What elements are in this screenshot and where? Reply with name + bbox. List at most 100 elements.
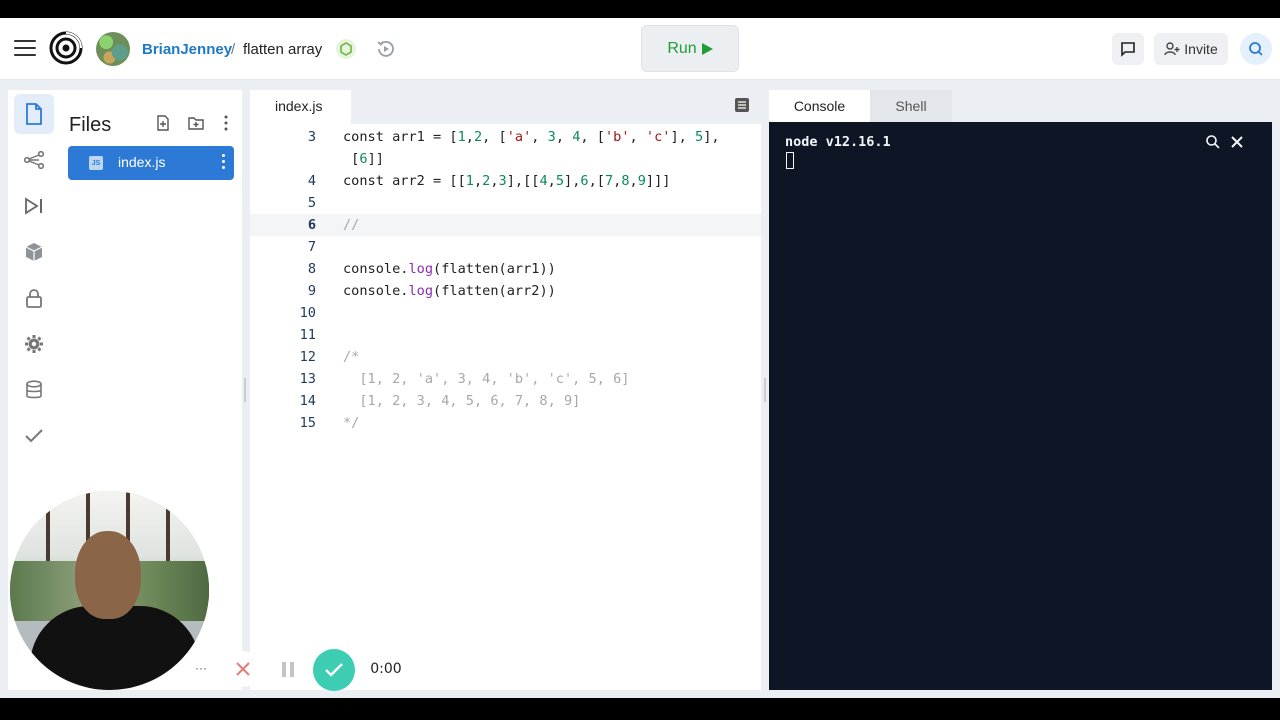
rail-version-control[interactable] [14,140,54,180]
code-text: /* [343,349,360,365]
user-avatar[interactable] [96,32,130,66]
code-line: 3 const arr1 = [1,2, ['a', 3, 4, ['b', '… [250,126,761,148]
code-text: const arr2 = [[1,2,3],[[4,5],6,[7,8,9]]] [343,173,671,189]
code-line: 14 [1, 2, 3, 4, 5, 6, 7, 8, 9] [250,390,761,412]
invite-button[interactable]: Invite [1154,33,1228,65]
line-number: 11 [299,327,316,343]
run-button[interactable]: Run [641,25,739,72]
tab-console[interactable]: Console [769,90,870,122]
search-button[interactable] [1240,33,1272,65]
play-icon [701,42,713,55]
rail-unit-tests[interactable] [14,416,54,456]
webcam-overlay [10,491,209,690]
file-menu-icon[interactable] [222,154,226,172]
code-text: */ [343,415,360,431]
tab-index-js[interactable]: index.js [250,90,351,124]
line-number: 12 [299,349,316,365]
new-folder-icon[interactable] [187,114,205,132]
code-line-current: 6 // [250,214,761,236]
outline-icon[interactable] [734,97,750,113]
line-number: 14 [299,393,316,409]
chat-button[interactable] [1112,33,1144,65]
code-line: [6]] [250,148,761,170]
line-number: 3 [307,129,316,145]
code-line: 11 [250,324,761,346]
chat-icon [1121,42,1135,57]
line-number: 15 [299,415,316,431]
code-text: console.log(flatten(arr1)) [343,261,556,277]
code-line: 15 */ [250,412,761,434]
pause-icon [282,662,286,677]
console-search-icon[interactable] [1205,134,1221,150]
database-icon [26,380,42,399]
code-editor: index.js 3 const arr1 = [1,2, ['a', 3, 4… [250,90,761,690]
code-text: [1, 2, 'a', 3, 4, 'b', 'c', 5, 6] [343,371,630,387]
package-icon [25,243,43,261]
breadcrumb-separator: / [231,41,236,58]
code-text: // [343,217,360,233]
code-text: [6]] [343,151,384,167]
close-icon [236,662,250,676]
code-area[interactable]: 3 const arr1 = [1,2, ['a', 3, 4, ['b', '… [250,124,761,690]
check-icon [325,663,343,677]
editor-console-resize-handle[interactable] [764,378,766,402]
line-number: 5 [307,195,316,211]
recorder-more-button[interactable]: ··· [187,655,215,683]
history-icon[interactable] [374,37,398,61]
tab-shell[interactable]: Shell [870,90,952,122]
file-icon [26,103,42,125]
repl-name[interactable]: flatten array [243,41,322,58]
rail-debugger[interactable] [14,186,54,226]
line-number: 4 [307,173,316,189]
code-line: 13 [1, 2, 'a', 3, 4, 'b', 'c', 5, 6] [250,368,761,390]
terminal-cursor [786,152,794,169]
console-panel[interactable]: node v12.16.1 [769,122,1272,690]
console-tabs: Console Shell [769,90,1272,122]
editor-tabbar [351,90,761,124]
owner-link[interactable]: BrianJenney [142,41,232,58]
rail-secrets[interactable] [14,278,54,318]
files-more-icon[interactable] [217,114,235,132]
recorder-finish-button[interactable] [313,649,355,691]
menu-icon[interactable] [14,40,36,58]
rail-database[interactable] [14,370,54,410]
recorder-cancel-button[interactable] [225,651,261,687]
replit-logo-icon[interactable] [49,31,83,65]
js-file-icon: JS [89,156,103,170]
line-number: 9 [307,283,316,299]
rail-settings[interactable] [14,324,54,364]
step-forward-icon [25,197,42,215]
code-text: [1, 2, 3, 4, 5, 6, 7, 8, 9] [343,393,581,409]
check-icon [25,429,43,443]
files-title: Files [69,114,112,136]
recorder-pause-button[interactable] [270,651,306,687]
share-nodes-icon [24,151,44,169]
file-item-index-js[interactable]: JS index.js [68,146,234,180]
gear-icon [25,335,43,353]
new-file-icon[interactable] [154,114,172,132]
webcam-person-head [75,531,141,619]
code-text: console.log(flatten(arr2)) [343,283,556,299]
line-number: 7 [307,239,316,255]
replit-workspace: BrianJenney / flatten array Run Invite F… [0,18,1280,698]
code-line: 4 const arr2 = [[1,2,3],[[4,5],6,[7,8,9]… [250,170,761,192]
rail-packages[interactable] [14,232,54,272]
line-number: 6 [307,217,316,233]
run-label: Run [667,39,697,57]
code-line: 8 console.log(flatten(arr1)) [250,258,761,280]
code-line: 10 [250,302,761,324]
invite-label: Invite [1184,41,1218,57]
recorder-timer: 0:00 [360,651,412,687]
lock-icon [26,289,42,308]
code-line: 7 [250,236,761,258]
nodejs-icon [336,39,356,59]
line-number: 8 [307,261,316,277]
add-user-icon [1164,42,1180,56]
code-text: const arr1 = [1,2, ['a', 3, 4, ['b', 'c'… [343,129,720,145]
rail-files[interactable] [14,94,54,134]
file-item-label: index.js [118,154,166,170]
line-number: 10 [299,305,316,321]
files-editor-resize-handle[interactable] [244,378,246,402]
code-line: 5 [250,192,761,214]
clear-console-icon[interactable] [1230,135,1244,149]
